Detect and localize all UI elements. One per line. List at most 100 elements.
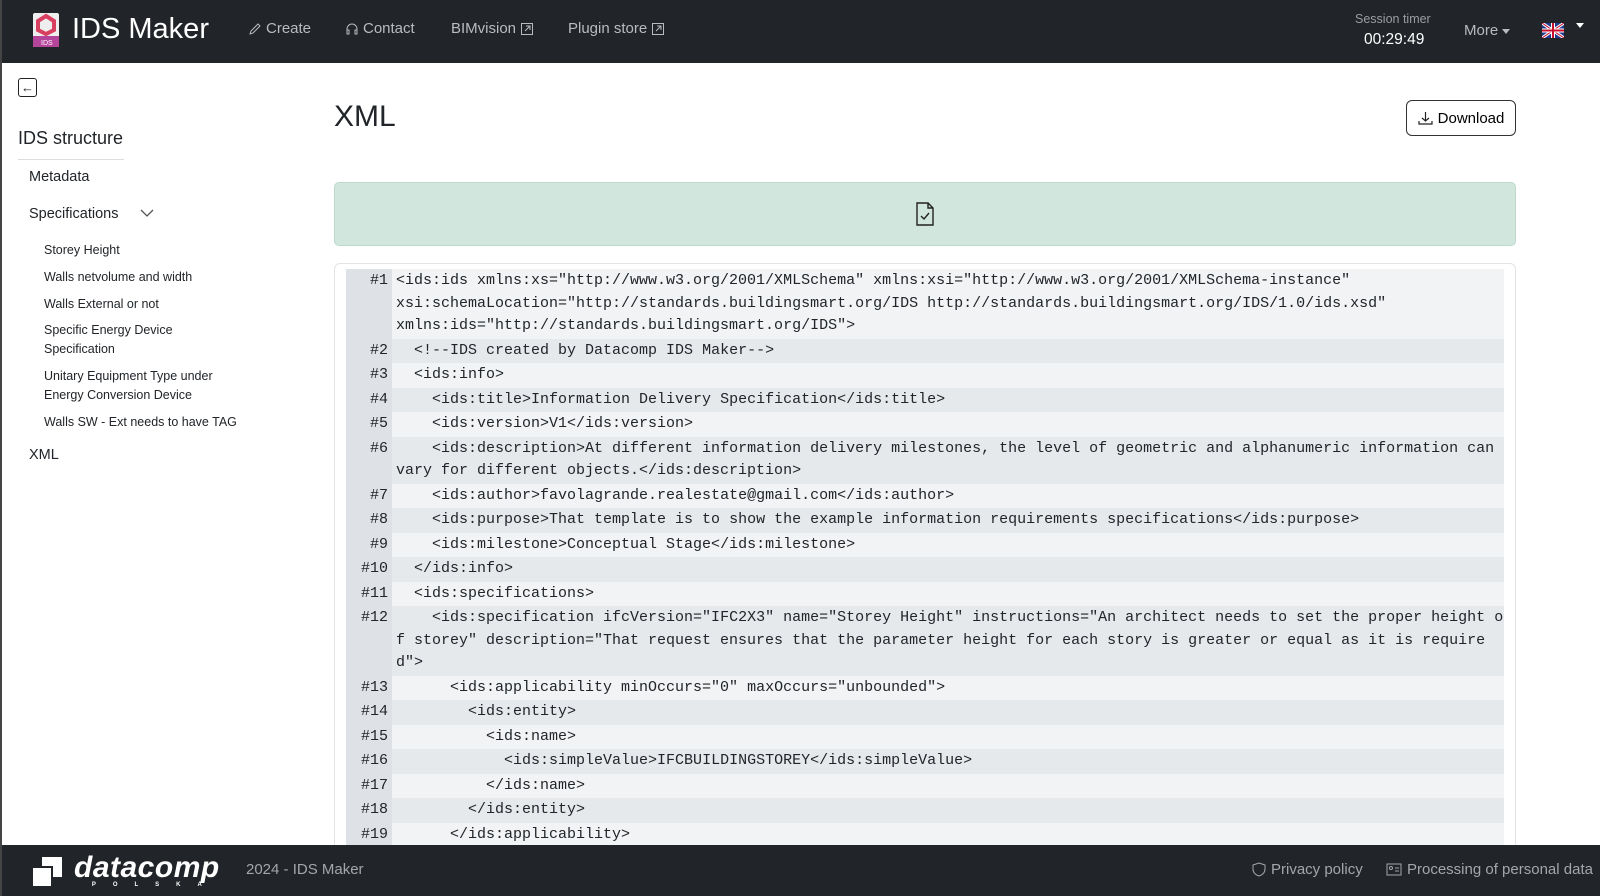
code-line: #18 </ids:entity> <box>346 798 1504 823</box>
line-number: #10 <box>346 557 392 582</box>
line-number: #19 <box>346 822 392 847</box>
sidebar-item-xml[interactable]: XML <box>29 447 59 463</box>
xml-code-viewer[interactable]: #1 <ids:ids xmlns:xs="http://www.w3.org/2… <box>334 263 1516 863</box>
spec-item[interactable]: Unitary Equipment Type under Energy Conv… <box>44 367 244 405</box>
line-number: #5 <box>346 412 392 437</box>
line-code: </ids:entity> <box>396 801 586 818</box>
line-number: #7 <box>346 483 392 508</box>
code-line: #10 </ids:info> <box>346 557 1504 582</box>
line-code: <ids:title>Information Delivery Specific… <box>396 390 946 408</box>
download-label: Download <box>1437 109 1505 127</box>
navbar: IDS IDS Maker Create Contact BIMvision P… <box>0 0 1600 63</box>
spec-item[interactable]: Walls SW - Ext needs to have TAG <box>44 413 254 432</box>
external-link-icon <box>521 22 534 35</box>
spec-item[interactable]: Storey Height <box>44 241 254 260</box>
line-code: <ids:description>At different informatio… <box>396 439 1504 480</box>
line-number: #8 <box>346 508 392 533</box>
code-line: #2 <!--IDS created by Datacomp IDS Maker… <box>346 338 1504 363</box>
line-code: <!--IDS created by Datacomp IDS Maker--> <box>396 341 775 359</box>
line-number: #18 <box>346 798 392 823</box>
code-line: #15 <ids:name> <box>346 724 1504 749</box>
spec-item[interactable]: Walls netvolume and width <box>44 268 254 287</box>
nav-contact[interactable]: Contact <box>345 20 415 37</box>
line-code: <ids:info> <box>396 366 505 383</box>
line-code: </ids:info> <box>396 560 514 577</box>
download-button[interactable]: Download <box>1406 100 1516 136</box>
more-label: More <box>1464 22 1499 39</box>
arrow-left-icon: ← <box>21 80 34 95</box>
line-code: <ids:purpose>That template is to show th… <box>396 511 1360 528</box>
code-line: #3 <ids:info> <box>346 363 1504 388</box>
personal-data-link[interactable]: Processing of personal data <box>1386 861 1593 878</box>
line-code: <ids:applicability minOccurs="0" maxOccu… <box>396 678 946 696</box>
sidebar-title: IDS structure <box>18 128 124 160</box>
session-timer-label: Session timer <box>1355 12 1431 26</box>
line-number: #4 <box>346 387 392 412</box>
datacomp-mark-icon <box>32 856 62 887</box>
line-number: #12 <box>346 606 392 676</box>
line-number: #3 <box>346 363 392 388</box>
privacy-policy-link[interactable]: Privacy policy <box>1252 861 1363 878</box>
ids-maker-logo[interactable]: IDS <box>32 12 60 48</box>
line-number: #6 <box>346 436 392 484</box>
line-number: #15 <box>346 724 392 749</box>
id-card-icon <box>1386 863 1402 876</box>
line-number: #9 <box>346 532 392 557</box>
pencil-icon <box>249 22 261 35</box>
datacomp-logo[interactable]: datacomp POLSKA <box>32 851 220 889</box>
datacomp-subtitle: POLSKA <box>91 882 219 888</box>
language-caret-icon[interactable] <box>1576 23 1584 28</box>
privacy-policy-label: Privacy policy <box>1271 861 1363 878</box>
collapse-sidebar-button[interactable]: ← <box>18 78 37 97</box>
file-check-icon <box>916 202 934 226</box>
sidebar-item-specifications-label: Specifications <box>29 206 119 222</box>
line-code: <ids:version>V1</ids:version> <box>396 415 694 432</box>
line-code: <ids:specification ifcVersion="IFC2X3" n… <box>396 609 1504 671</box>
nav-create-label: Create <box>266 20 312 37</box>
chevron-down-icon[interactable] <box>140 208 154 218</box>
code-line: #16 <ids:simpleValue>IFCBUILDINGSTOREY</… <box>346 749 1504 774</box>
sidebar-item-specifications[interactable]: Specifications <box>29 206 154 222</box>
line-number: #1 <box>346 269 392 339</box>
code-lines: #1 <ids:ids xmlns:xs="http://www.w3.org/2… <box>346 269 1504 862</box>
spec-item[interactable]: Walls External or not <box>44 295 254 314</box>
code-line: #8 <ids:purpose>That template is to show… <box>346 508 1504 533</box>
line-code: <ids:ids xmlns:xs="http://www.w3.org/200… <box>396 272 1387 334</box>
line-number: #14 <box>346 700 392 725</box>
line-code: <ids:specifications> <box>396 584 595 602</box>
code-line: #11 <ids:specifications> <box>346 581 1504 606</box>
session-timer: 00:29:49 <box>1364 31 1425 48</box>
sidebar: ← IDS structure Metadata Specifications … <box>0 63 320 845</box>
nav-create[interactable]: Create <box>248 20 311 37</box>
line-number: #17 <box>346 773 392 798</box>
code-line: #1 <ids:ids xmlns:xs="http://www.w3.org/2… <box>346 269 1504 339</box>
line-code: <ids:simpleValue>IFCBUILDINGSTOREY</ids:… <box>396 752 973 769</box>
shield-icon <box>1252 862 1266 877</box>
uk-flag-icon[interactable] <box>1542 23 1564 38</box>
code-line: #13 <ids:applicability minOccurs="0" max… <box>346 675 1504 700</box>
code-line: #4 <ids:title>Information Delivery Speci… <box>346 387 1504 412</box>
footer: datacomp POLSKA 2024 - IDS Maker Privacy… <box>0 845 1600 896</box>
personal-data-label: Processing of personal data <box>1407 861 1593 878</box>
caret-down-icon <box>1502 28 1511 34</box>
nav-bimvision[interactable]: BIMvision <box>451 20 534 37</box>
code-line: #9 <ids:milestone>Conceptual Stage</ids:… <box>346 532 1504 557</box>
sidebar-item-metadata[interactable]: Metadata <box>29 169 89 185</box>
line-code: <ids:author>favolagrande.realestate@gmai… <box>396 486 955 504</box>
line-number: #16 <box>346 749 392 774</box>
nav-plugin-store[interactable]: Plugin store <box>568 20 665 37</box>
code-line: #6 <ids:description>At different informa… <box>346 436 1504 484</box>
code-line: #17 </ids:name> <box>346 773 1504 798</box>
line-code: <ids:name> <box>396 727 577 745</box>
nav-contact-label: Contact <box>363 20 415 37</box>
code-line: #12 <ids:specification ifcVersion="IFC2X… <box>346 606 1504 676</box>
brand-title[interactable]: IDS Maker <box>72 13 209 46</box>
validation-alert <box>334 182 1516 246</box>
spec-item[interactable]: Specific Energy Device Specification <box>44 321 204 359</box>
headset-icon <box>346 23 358 34</box>
datacomp-wordmark: datacomp <box>74 851 220 884</box>
datacomp-wordmark-group: datacomp POLSKA <box>74 851 220 889</box>
more-dropdown[interactable]: More <box>1464 22 1511 39</box>
copyright: 2024 - IDS Maker <box>246 861 364 878</box>
nav-plugin-store-label: Plugin store <box>568 20 648 37</box>
